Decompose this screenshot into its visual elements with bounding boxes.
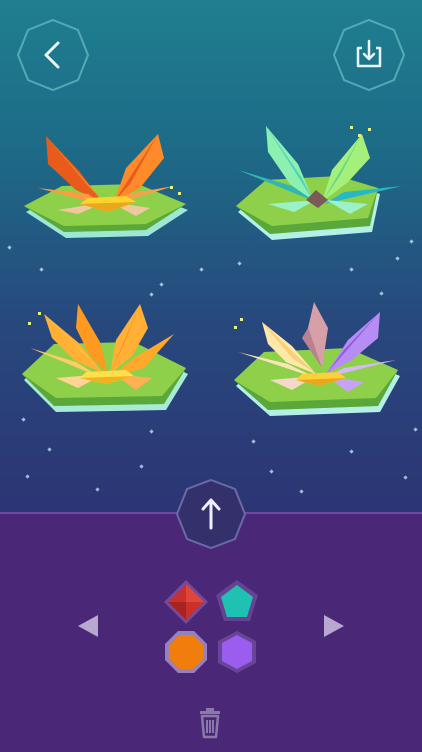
sparkle [413,427,418,432]
grow-up-button[interactable] [175,478,247,550]
swatch-purple[interactable] [215,629,259,675]
sparkle [299,489,304,494]
tray-download-icon [356,39,382,68]
trash-icon [200,708,220,739]
sparkle [403,475,408,480]
previous-arrow[interactable] [76,613,102,643]
sparkle [149,292,154,297]
sparkle [237,261,242,266]
swatch-orange[interactable] [163,629,209,675]
sparkle [379,291,384,296]
sparkle [95,487,100,492]
sparkle [349,267,354,272]
sparkle [25,474,30,479]
sparkle [269,469,274,474]
triangle-left-icon [78,615,98,637]
sparkle [395,256,400,261]
sparkle [349,449,354,454]
swatch-teal[interactable] [214,578,260,624]
download-button[interactable] [332,18,406,92]
sparkle [139,464,144,469]
sparkle [199,267,204,272]
violet-lily-flower[interactable] [230,298,406,420]
swatch-red[interactable] [162,578,210,626]
sparkle [7,245,12,250]
triangle-right-icon [324,615,344,637]
amber-lily-flower[interactable] [16,298,192,420]
delete-button[interactable] [196,707,224,739]
sparkle [149,429,154,434]
sparkle [251,439,256,444]
teal-lily-flower[interactable] [232,120,412,245]
sparkle [39,267,44,272]
back-button[interactable] [16,18,90,92]
garden-scene [0,0,422,512]
next-arrow[interactable] [320,613,346,643]
sparkle [159,282,164,287]
sparkle [47,447,52,452]
chevron-left-icon [44,41,60,69]
orange-lily-flower[interactable] [18,128,193,248]
